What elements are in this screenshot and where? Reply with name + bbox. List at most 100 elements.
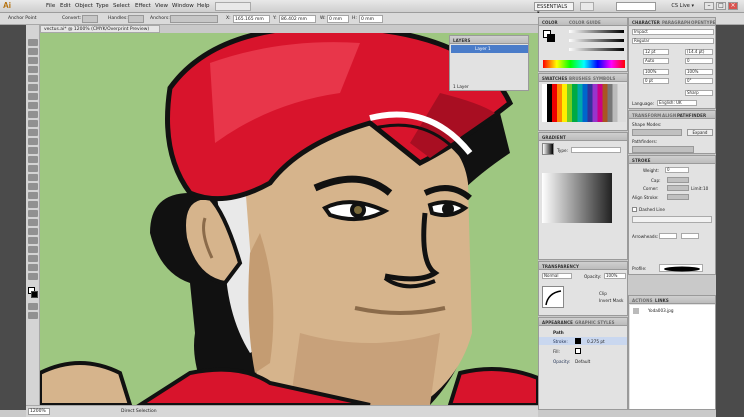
- menu-effect[interactable]: Effect: [135, 3, 151, 9]
- tab-gradient[interactable]: GRADIENT: [542, 135, 566, 140]
- search-input[interactable]: [616, 2, 656, 11]
- stroke-weight[interactable]: 0.275 pt: [587, 339, 605, 344]
- w-field[interactable]: 0 mm: [327, 15, 349, 23]
- close-button[interactable]: ×: [728, 2, 738, 10]
- zoom-tool-icon[interactable]: [28, 273, 38, 280]
- workspace-switcher[interactable]: ESSENTIALS ▾: [534, 2, 574, 16]
- mesh-tool-icon[interactable]: [28, 192, 38, 199]
- m-slider[interactable]: [569, 39, 624, 42]
- slice-tool-icon[interactable]: [28, 255, 38, 262]
- gradient-preview[interactable]: [542, 143, 554, 155]
- tab-links[interactable]: LINKS: [655, 298, 669, 303]
- tab-color[interactable]: COLOR: [542, 20, 558, 25]
- limit-value[interactable]: 10: [703, 186, 708, 191]
- tab-stroke[interactable]: STROKE: [632, 158, 651, 163]
- tab-transparency[interactable]: TRANSPARENCY: [542, 264, 579, 269]
- width-profile-select[interactable]: [659, 264, 703, 272]
- hand-tool-icon[interactable]: [28, 264, 38, 271]
- artboard-tool-icon[interactable]: [28, 246, 38, 253]
- cs-live-menu[interactable]: CS Live ▾: [671, 3, 694, 9]
- menu-file[interactable]: File: [46, 3, 55, 9]
- dashed-line-checkbox[interactable]: [632, 207, 637, 212]
- scale-tool-icon[interactable]: [28, 147, 38, 154]
- menu-type[interactable]: Type: [96, 3, 109, 9]
- rotation-field[interactable]: 0°: [685, 78, 713, 84]
- expand-button[interactable]: Expand: [687, 129, 713, 136]
- y-slider[interactable]: [569, 48, 624, 51]
- horizontal-scale-field[interactable]: 100%: [685, 69, 713, 75]
- blend-tool-icon[interactable]: [28, 219, 38, 226]
- pathfinder-buttons[interactable]: [632, 146, 694, 153]
- convert-buttons[interactable]: [82, 15, 98, 23]
- handles-buttons[interactable]: [128, 15, 144, 23]
- rectangle-tool-icon[interactable]: [28, 93, 38, 100]
- search-dropdown[interactable]: [580, 2, 594, 11]
- maximize-button[interactable]: □: [716, 2, 726, 10]
- menu-help[interactable]: Help: [197, 3, 210, 9]
- align-stroke-buttons[interactable]: [667, 194, 689, 200]
- selection-tool-icon[interactable]: [28, 39, 38, 46]
- arrowhead-end-select[interactable]: [681, 233, 699, 239]
- h-field[interactable]: 0 mm: [359, 15, 383, 23]
- free-transform-tool-icon[interactable]: [28, 165, 38, 172]
- tab-symbols[interactable]: SYMBOLS: [593, 76, 615, 81]
- gradient-tool-icon[interactable]: [28, 201, 38, 208]
- menu-select[interactable]: Select: [113, 3, 130, 9]
- line-tool-icon[interactable]: [28, 84, 38, 91]
- tab-transform[interactable]: TRANSFORM: [632, 113, 661, 118]
- anchors-buttons[interactable]: [170, 15, 218, 23]
- stroke-color-icon[interactable]: [547, 34, 555, 42]
- blob-brush-tool-icon[interactable]: [28, 120, 38, 127]
- arrowhead-start-select[interactable]: [659, 233, 677, 239]
- drawing-mode-icon[interactable]: [28, 303, 38, 310]
- layer-row[interactable]: Layer 1: [451, 45, 528, 53]
- stroke-swatch-icon[interactable]: [31, 291, 38, 298]
- c-slider[interactable]: [569, 30, 624, 33]
- vertical-scale-field[interactable]: 100%: [643, 69, 669, 75]
- stroke-weight-field[interactable]: 0: [665, 167, 689, 173]
- gradient-swatch[interactable]: [542, 173, 612, 223]
- clip-label[interactable]: Clip: [599, 291, 607, 296]
- direct-selection-tool-icon[interactable]: [28, 48, 38, 55]
- menu-object[interactable]: Object: [75, 3, 93, 9]
- tab-layers[interactable]: LAYERS: [453, 38, 470, 43]
- symbol-sprayer-tool-icon[interactable]: [28, 228, 38, 235]
- invert-mask-label[interactable]: Invert Mask: [599, 298, 623, 303]
- rotate-tool-icon[interactable]: [28, 138, 38, 145]
- stroke-swatch-icon[interactable]: [575, 338, 581, 344]
- swatch-grid[interactable]: [542, 84, 626, 122]
- y-field[interactable]: 86.402 mm: [279, 15, 316, 23]
- leading-field[interactable]: (14.4 pt): [685, 49, 713, 55]
- language-select[interactable]: English: UK: [657, 100, 697, 106]
- x-field[interactable]: 165.165 mm: [233, 15, 270, 23]
- appearance-opacity-label[interactable]: Opacity:: [553, 359, 570, 364]
- paintbrush-tool-icon[interactable]: [28, 102, 38, 109]
- baseline-shift-field[interactable]: 0 pt: [643, 78, 669, 84]
- zoom-field[interactable]: 1200%: [28, 408, 50, 415]
- tab-brushes[interactable]: BRUSHES: [569, 76, 591, 81]
- gradient-type-select[interactable]: [571, 147, 621, 153]
- tab-paragraph[interactable]: PARAGRAPH: [662, 20, 690, 25]
- tab-character[interactable]: CHARACTER: [632, 20, 660, 25]
- magic-wand-tool-icon[interactable]: [28, 57, 38, 64]
- tab-align[interactable]: ALIGN: [662, 113, 676, 118]
- pen-tool-icon[interactable]: [28, 66, 38, 73]
- column-graph-tool-icon[interactable]: [28, 237, 38, 244]
- shape-mode-buttons[interactable]: [632, 129, 682, 136]
- mask-thumbnail[interactable]: [542, 286, 564, 308]
- menu-view[interactable]: View: [155, 3, 168, 9]
- kerning-field[interactable]: Auto: [643, 58, 669, 64]
- link-item[interactable]: Yoda003.jpg: [648, 308, 674, 313]
- tab-opentype[interactable]: OPENTYPE: [691, 20, 716, 25]
- fill-none-swatch-icon[interactable]: [575, 348, 581, 354]
- minimize-button[interactable]: –: [704, 2, 714, 10]
- menu-window[interactable]: Window: [172, 3, 194, 9]
- document-tab[interactable]: vectus.ai* @ 1200% (CMYK/Overprint Previ…: [40, 25, 160, 33]
- pencil-tool-icon[interactable]: [28, 111, 38, 118]
- cap-buttons[interactable]: [667, 177, 689, 183]
- opacity-field[interactable]: 100%: [604, 273, 626, 279]
- anti-alias-select[interactable]: Sharp: [685, 90, 713, 96]
- corner-buttons[interactable]: [667, 185, 689, 191]
- tab-color-guide[interactable]: COLOR GUIDE: [569, 20, 601, 25]
- tab-pathfinder[interactable]: PATHFINDER: [677, 113, 706, 118]
